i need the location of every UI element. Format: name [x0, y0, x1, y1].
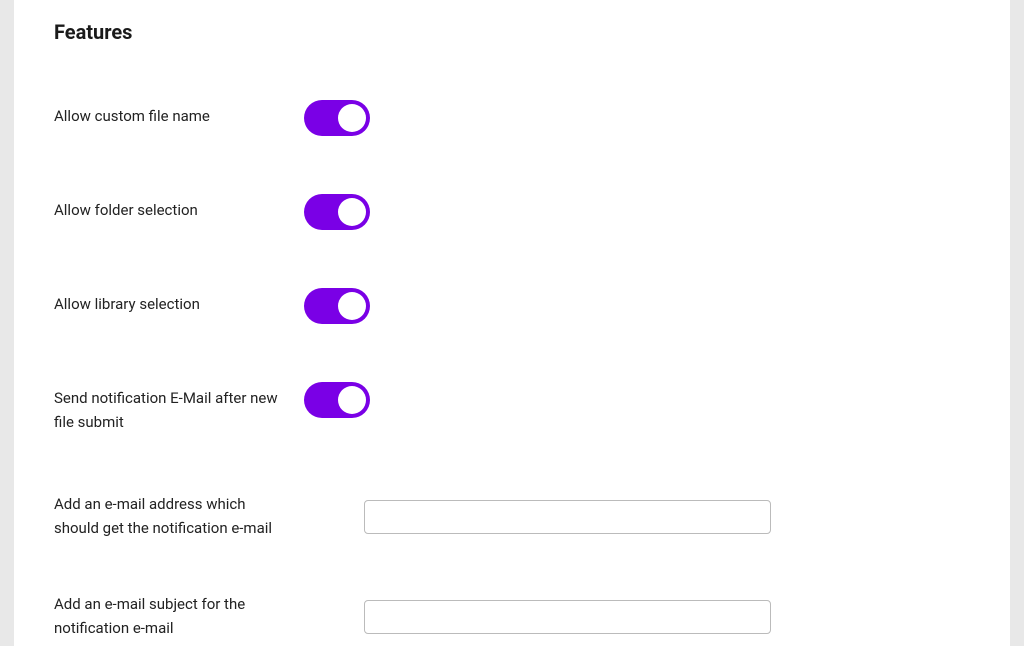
- features-card: Features Allow custom file name Allow fo…: [14, 0, 1010, 646]
- label-folder-selection: Allow folder selection: [54, 198, 304, 222]
- toggle-folder-selection[interactable]: [304, 194, 370, 230]
- row-library-selection: Allow library selection: [54, 292, 970, 328]
- label-library-selection: Allow library selection: [54, 292, 304, 316]
- label-custom-file-name: Allow custom file name: [54, 104, 304, 128]
- toggle-knob: [338, 292, 366, 320]
- label-notification-email: Send notification E-Mail after new file …: [54, 386, 304, 434]
- toggle-knob: [338, 386, 366, 414]
- label-notification-address: Add an e-mail address which should get t…: [54, 492, 304, 540]
- row-notification-address: Add an e-mail address which should get t…: [54, 492, 970, 540]
- row-folder-selection: Allow folder selection: [54, 198, 970, 234]
- input-notification-address[interactable]: [364, 500, 771, 534]
- toggle-library-selection[interactable]: [304, 288, 370, 324]
- row-custom-file-name: Allow custom file name: [54, 104, 970, 140]
- row-notification-subject: Add an e-mail subject for the notificati…: [54, 592, 970, 640]
- toggle-notification-email[interactable]: [304, 382, 370, 418]
- input-notification-subject[interactable]: [364, 600, 771, 634]
- section-title: Features: [54, 20, 970, 44]
- toggle-custom-file-name[interactable]: [304, 100, 370, 136]
- toggle-knob: [338, 104, 366, 132]
- label-notification-subject: Add an e-mail subject for the notificati…: [54, 592, 304, 640]
- toggle-knob: [338, 198, 366, 226]
- row-notification-email: Send notification E-Mail after new file …: [54, 386, 970, 434]
